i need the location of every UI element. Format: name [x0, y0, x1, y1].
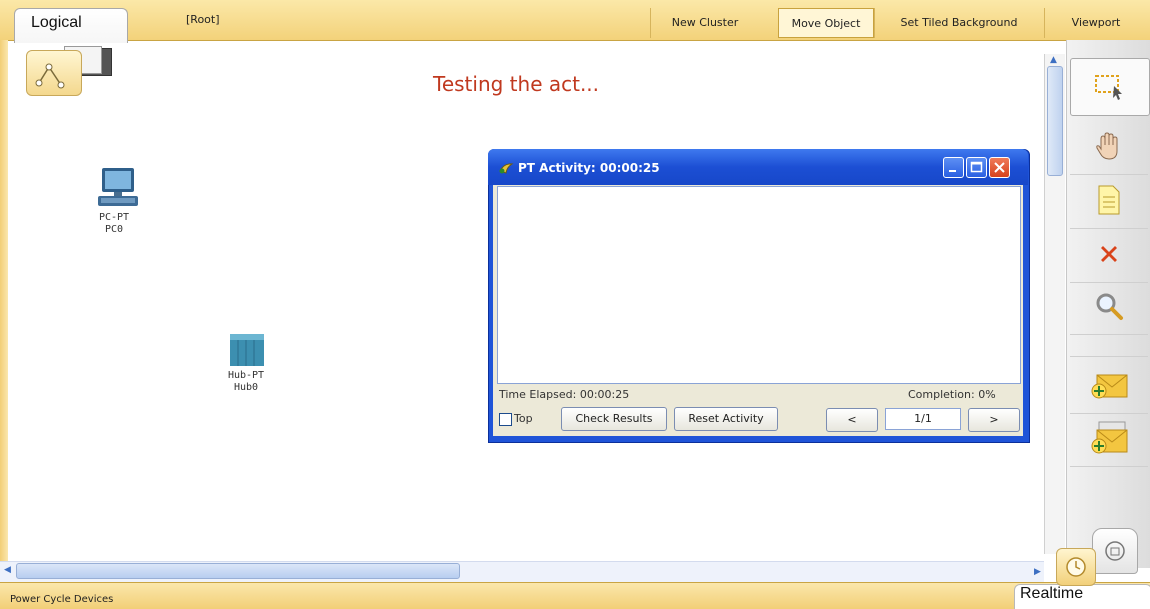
- realtime-tab-label: Realtime: [1020, 585, 1084, 602]
- completion-label: Completion: 0%: [908, 388, 996, 401]
- scroll-left-icon[interactable]: ◀: [4, 565, 11, 575]
- home-icon: [1105, 541, 1125, 561]
- top-checkbox[interactable]: [499, 413, 512, 426]
- previous-page-button[interactable]: <: [826, 408, 878, 432]
- close-icon: [994, 162, 1005, 173]
- add-simple-pdu-icon: [1091, 374, 1128, 399]
- home-button[interactable]: [1092, 528, 1138, 574]
- clock-icon: [1066, 557, 1086, 577]
- hub0-name-label[interactable]: Hub0: [196, 382, 296, 394]
- power-cycle-devices-button[interactable]: Power Cycle Devices: [10, 594, 113, 605]
- pc0-name-label[interactable]: PC0: [64, 224, 164, 236]
- hub-icon: [230, 334, 264, 366]
- close-button[interactable]: [989, 157, 1010, 178]
- viewport-button[interactable]: Viewport: [1044, 8, 1147, 38]
- scroll-right-icon[interactable]: ▶: [1034, 567, 1041, 577]
- time-elapsed-label: Time Elapsed: 00:00:25: [499, 388, 630, 401]
- maximize-button[interactable]: [966, 157, 987, 178]
- hub0-device[interactable]: [228, 332, 266, 368]
- check-results-button[interactable]: Check Results: [561, 407, 667, 431]
- add-complex-pdu-tool[interactable]: [1070, 410, 1148, 467]
- hand-icon: [1096, 132, 1118, 160]
- logical-tab-label: Logical: [31, 14, 82, 31]
- place-note-tool[interactable]: [1070, 172, 1148, 229]
- minimize-icon: [949, 170, 956, 172]
- top-checkbox-label: Top: [514, 412, 533, 425]
- status-bar: [0, 582, 1150, 609]
- pc0-device[interactable]: [96, 164, 142, 210]
- root-breadcrumb[interactable]: [Root]: [186, 13, 220, 26]
- horizontal-scroll-thumb[interactable]: [16, 563, 460, 579]
- minimize-button[interactable]: [943, 157, 964, 178]
- delete-tool[interactable]: [1070, 226, 1148, 283]
- select-tool[interactable]: [1070, 58, 1150, 116]
- hub0-type-label: Hub-PT: [227, 370, 265, 381]
- pc0-type-label: PC-PT: [98, 212, 130, 223]
- next-page-button[interactable]: >: [968, 408, 1020, 432]
- canvas-title: Testing the act...: [433, 72, 600, 96]
- add-complex-pdu-icon: [1091, 421, 1128, 454]
- new-cluster-button[interactable]: New Cluster: [650, 8, 759, 38]
- inspect-tool[interactable]: [1070, 118, 1148, 175]
- reset-activity-button[interactable]: Reset Activity: [674, 407, 778, 431]
- maximize-icon: [970, 161, 983, 173]
- realtime-mode-button[interactable]: [1056, 548, 1096, 586]
- vertical-scroll-thumb[interactable]: [1047, 66, 1063, 176]
- move-object-button[interactable]: Move Object: [778, 8, 874, 38]
- navigation-icon[interactable]: [26, 50, 82, 96]
- scroll-up-icon[interactable]: ▲: [1050, 55, 1057, 65]
- page-indicator: 1/1: [885, 408, 961, 430]
- select-icon: [1095, 75, 1122, 100]
- logical-tab[interactable]: Logical: [14, 8, 128, 43]
- instructions-pane[interactable]: [497, 186, 1021, 384]
- delete-icon: [1101, 246, 1117, 262]
- set-tiled-background-button[interactable]: Set Tiled Background: [874, 8, 1043, 38]
- pt-activity-logo-icon: [498, 160, 514, 179]
- pt-activity-title: PT Activity: 00:00:25: [518, 161, 660, 175]
- add-simple-pdu-tool[interactable]: [1070, 356, 1148, 414]
- zoom-icon: [1096, 293, 1123, 320]
- pc-icon: [98, 168, 138, 206]
- left-edge: [0, 40, 8, 568]
- zoom-tool[interactable]: [1070, 278, 1148, 335]
- note-icon: [1098, 185, 1120, 215]
